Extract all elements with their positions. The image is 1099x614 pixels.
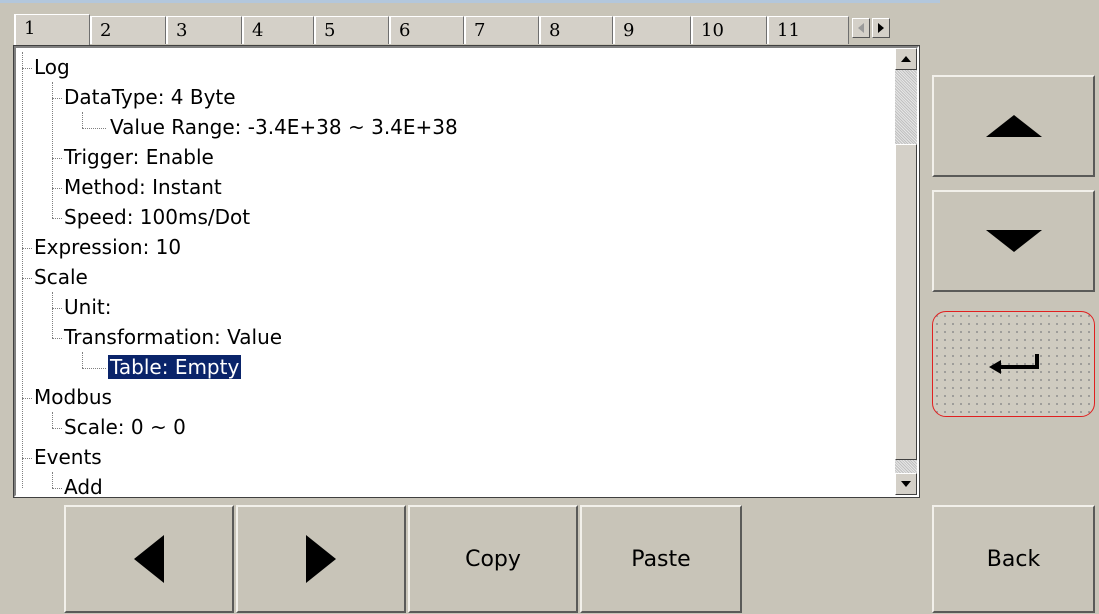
tree-item[interactable]: Method: Instant [62, 172, 224, 202]
tab-strip: 1 2 3 4 5 6 7 8 9 10 11 [14, 14, 919, 46]
tree-item[interactable]: Scale [32, 262, 90, 292]
tree-connector [22, 248, 32, 249]
tree-connector [52, 218, 62, 219]
tree-item-label: Speed: 100ms/Dot [64, 205, 251, 229]
tree-guide-line [52, 412, 53, 428]
tree-item[interactable]: Log [32, 52, 72, 82]
tree-guide-line [52, 292, 53, 338]
tab-3[interactable]: 3 [166, 16, 242, 44]
back-button-label: Back [986, 546, 1041, 572]
scroll-down-button[interactable] [895, 473, 917, 495]
tree-item[interactable]: Table: Empty [106, 352, 243, 382]
triangle-down-icon [985, 230, 1042, 252]
back-button[interactable]: Back [932, 505, 1095, 613]
tree-item-label: Trigger: Enable [64, 145, 214, 169]
tree-connector [52, 488, 62, 489]
tree-view[interactable]: Log DataType: 4 Byte Value Range: -3.4E+38… [13, 45, 920, 499]
next-button[interactable] [236, 505, 406, 613]
tree-item[interactable]: Trigger: Enable [62, 142, 216, 172]
tree-item-label: Log [34, 55, 70, 79]
tab-11[interactable]: 11 [767, 16, 849, 44]
tree-item[interactable]: Value Range: -3.4E+38 ~ 3.4E+38 [108, 112, 460, 142]
scroll-down-arrow-icon [901, 481, 911, 487]
tab-2[interactable]: 2 [90, 16, 166, 44]
tab-scroll-left-button[interactable] [852, 18, 870, 38]
tree-connector [22, 278, 32, 279]
tree-guide-line [82, 112, 83, 128]
tree-item[interactable]: Unit: [62, 292, 113, 322]
move-up-button[interactable] [932, 75, 1095, 177]
enter-button[interactable] [932, 311, 1095, 417]
paste-button[interactable]: Paste [580, 505, 742, 613]
tree-connector [22, 398, 32, 399]
copy-button[interactable]: Copy [408, 505, 578, 613]
tree-item[interactable]: DataType: 4 Byte [62, 82, 238, 112]
tab-8[interactable]: 8 [539, 16, 613, 44]
tree-guide-line [82, 352, 83, 368]
tree-item-label: Add [64, 475, 103, 499]
tree-item-label: Modbus [34, 385, 112, 409]
tree-connector [82, 128, 106, 129]
tab-7[interactable]: 7 [464, 16, 539, 44]
scroll-thumb[interactable] [895, 144, 917, 460]
scroll-left-icon [858, 23, 864, 33]
tree-item[interactable]: Modbus [32, 382, 114, 412]
tree-connector [52, 338, 62, 339]
tree-item-label: Method: Instant [64, 175, 222, 199]
tab-9[interactable]: 9 [613, 16, 691, 44]
tab-6[interactable]: 6 [389, 16, 464, 44]
tab-10[interactable]: 10 [691, 16, 767, 44]
tree-item[interactable]: Transformation: Value [62, 322, 284, 352]
scroll-up-button[interactable] [895, 48, 917, 70]
tree-item[interactable]: Events [32, 442, 104, 472]
tree-connector [22, 68, 32, 69]
tree-item-label: Scale [34, 265, 88, 289]
tab-4[interactable]: 4 [242, 16, 314, 44]
tree-connector [52, 308, 62, 309]
tree-item[interactable]: Scale: 0 ~ 0 [62, 412, 188, 442]
triangle-right-icon [306, 535, 336, 583]
tree-item[interactable]: Add [62, 472, 105, 502]
tree-guide-line [52, 82, 53, 218]
tab-1[interactable]: 1 [14, 14, 90, 46]
tree-item-label: DataType: 4 Byte [64, 85, 236, 109]
tree-connector [82, 368, 106, 369]
move-down-button[interactable] [932, 190, 1095, 292]
tree-item-label: Transformation: Value [64, 325, 283, 349]
scroll-up-arrow-icon [901, 56, 911, 62]
tree-guide-line [22, 52, 23, 488]
tree-item-label: Scale: 0 ~ 0 [64, 415, 186, 439]
scroll-right-icon [878, 23, 884, 33]
tree-connector [52, 158, 62, 159]
enter-return-icon [988, 354, 1039, 374]
tree-item-label: Events [34, 445, 102, 469]
tree-item[interactable]: Expression: 10 [32, 232, 183, 262]
triangle-up-icon [985, 115, 1042, 137]
paste-button-label: Paste [631, 546, 691, 572]
tab-5[interactable]: 5 [314, 16, 389, 44]
tree-item-label: Value Range: -3.4E+38 ~ 3.4E+38 [110, 115, 458, 139]
copy-button-label: Copy [465, 546, 521, 572]
tree-connector [22, 458, 32, 459]
title-accent-strip [0, 0, 940, 3]
tab-scroll-right-button[interactable] [872, 18, 890, 38]
tree-connector [52, 98, 62, 99]
tree-connector [52, 188, 62, 189]
tree-item-label: Unit: [64, 295, 112, 319]
previous-button[interactable] [64, 505, 234, 613]
tree-connector [52, 428, 62, 429]
tree-guide-line [52, 472, 53, 488]
tree-item[interactable]: Speed: 100ms/Dot [62, 202, 252, 232]
vertical-scrollbar[interactable] [895, 48, 917, 495]
triangle-left-icon [134, 535, 164, 583]
tree-item-label-selected: Table: Empty [106, 354, 243, 380]
tree-item-label: Expression: 10 [34, 235, 182, 259]
